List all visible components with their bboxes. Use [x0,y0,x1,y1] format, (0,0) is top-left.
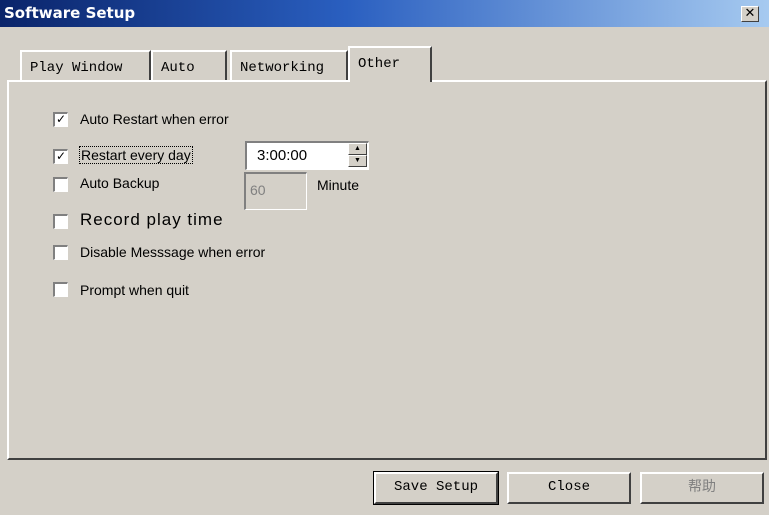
check-mark-icon: ✓ [55,149,67,163]
save-setup-button[interactable]: Save Setup [373,471,499,505]
prompt-quit-label: Prompt when quit [80,282,189,298]
disable-message-checkbox[interactable] [53,245,68,260]
title-bar: Software Setup ✕ [0,0,769,27]
save-setup-label: Save Setup [393,479,478,495]
tab-networking[interactable]: Networking [230,50,348,80]
tab-auto[interactable]: Auto [151,50,227,80]
auto-restart-label: Auto Restart when error [80,111,229,127]
record-play-time-label: Record play time [80,210,224,229]
disable-message-label: Disable Messsage when error [80,244,266,260]
auto-restart-checkbox[interactable]: ✓ [53,112,68,127]
backup-interval-field[interactable]: 60 [244,172,307,210]
tab-label: Networking [240,60,325,76]
help-label: 帮助 [688,479,716,495]
tab-label: Play Window [30,60,123,76]
spin-down-icon: ▼ [354,157,361,164]
prompt-quit-checkbox[interactable] [53,282,68,297]
tab-panel-other [7,80,767,460]
restart-every-day-checkbox[interactable]: ✓ [53,149,68,164]
tab-label: Auto [161,60,195,76]
spin-up-icon: ▲ [354,145,361,152]
close-label: Close [547,479,590,495]
auto-backup-label: Auto Backup [80,175,160,191]
auto-backup-checkbox[interactable] [53,177,68,192]
tab-label: Other [358,56,401,72]
help-button[interactable]: 帮助 [640,472,764,504]
window-title: Software Setup [4,4,136,22]
restart-every-day-label: Restart every day [79,146,193,164]
restart-time-value: 3:00:00 [257,147,308,164]
close-window-button[interactable]: ✕ [741,6,759,22]
close-button[interactable]: Close [507,472,631,504]
backup-interval-value: 60 [250,182,266,198]
backup-unit-label: Minute [317,177,360,193]
record-play-time-checkbox[interactable] [53,214,68,229]
time-spin-up-button[interactable]: ▲ [348,143,367,155]
tab-other[interactable]: Other [348,46,432,82]
tab-play-window[interactable]: Play Window [20,50,151,80]
time-spin-down-button[interactable]: ▼ [348,155,367,167]
check-mark-icon: ✓ [55,112,67,126]
close-icon: ✕ [744,6,756,21]
